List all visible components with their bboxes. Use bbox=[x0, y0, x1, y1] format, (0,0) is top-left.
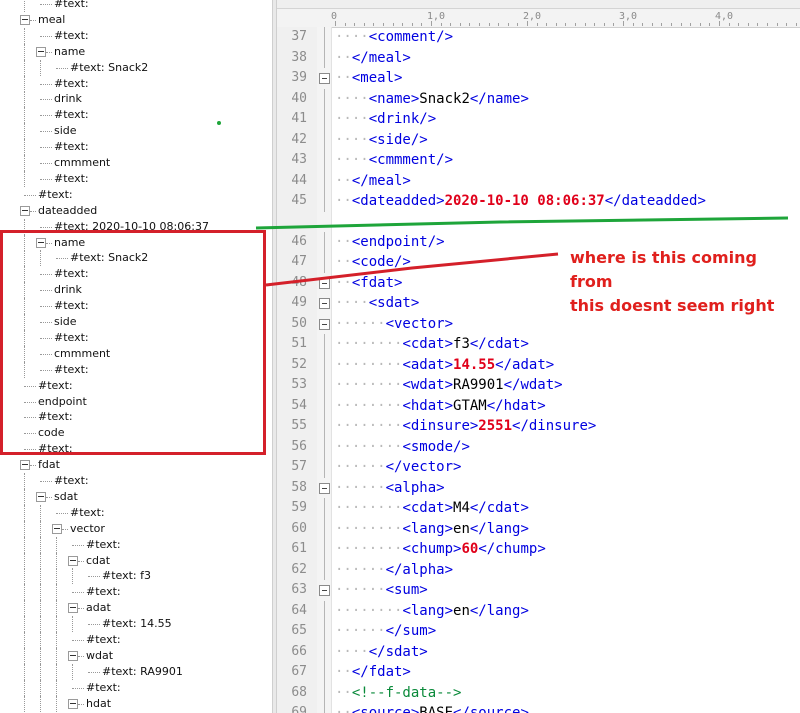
annotation-line-2: this doesnt seem right bbox=[570, 296, 775, 315]
annotation-lines bbox=[255, 216, 789, 287]
annotation-line-1: where is this coming from bbox=[570, 248, 758, 291]
annotation-text: where is this coming from this doesnt se… bbox=[570, 246, 800, 318]
red-arrow-line bbox=[265, 252, 559, 287]
green-underline bbox=[255, 216, 789, 230]
